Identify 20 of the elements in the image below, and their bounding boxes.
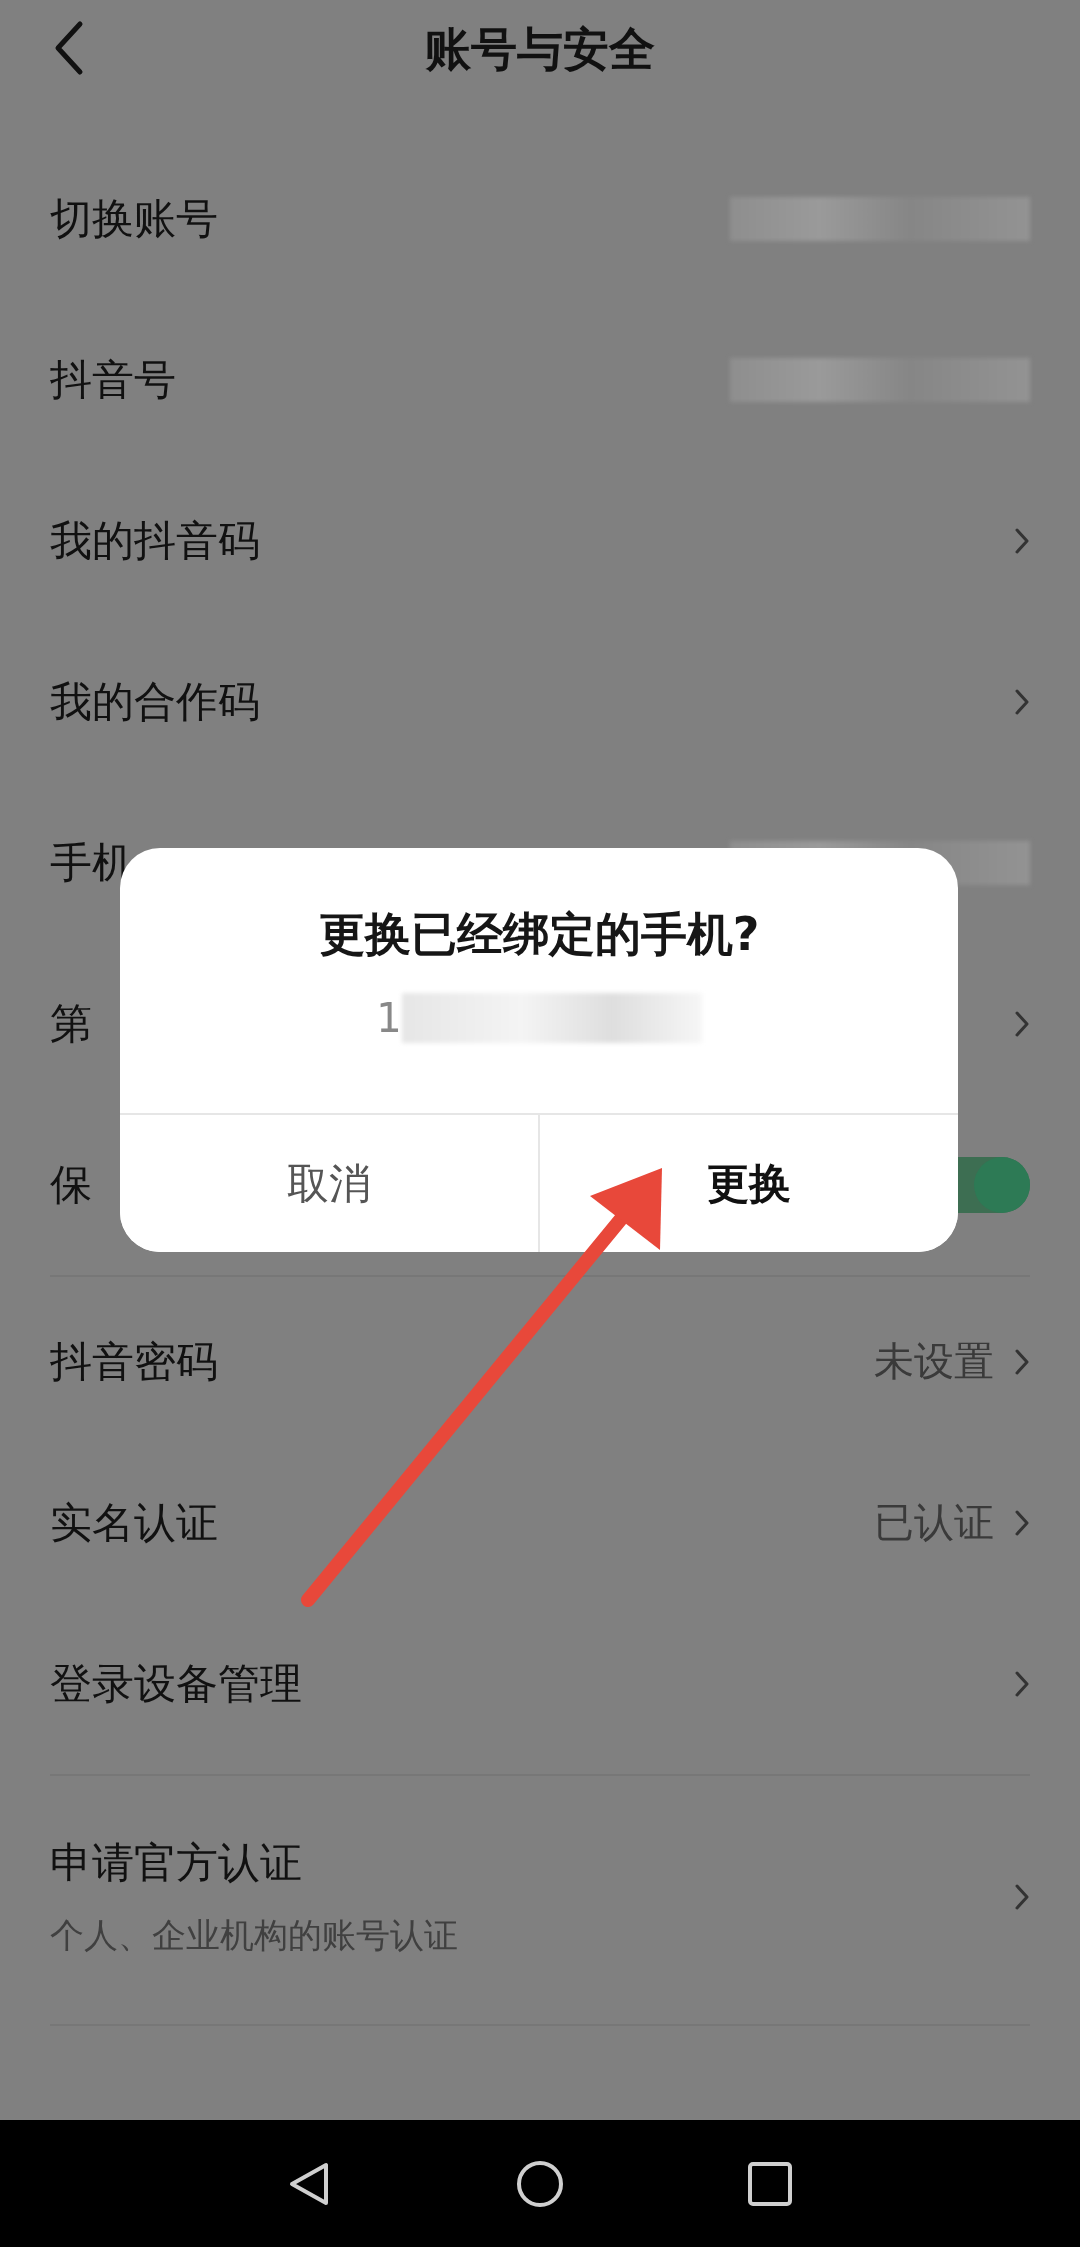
phone-number: 1	[376, 995, 402, 1041]
setting-label[interactable]: 登录设备管理	[50, 1655, 302, 1712]
setting-label[interactable]: 第	[50, 995, 92, 1052]
setting-label[interactable]: 保	[50, 1156, 92, 1213]
setting-label[interactable]: 实名认证	[50, 1494, 218, 1551]
dialog-button[interactable]: 更换	[538, 1115, 958, 1252]
setting-label[interactable]: 我的抖音码	[50, 512, 260, 569]
setting-value: 已认证	[874, 1498, 994, 1547]
setting-label[interactable]: 抖音密码	[50, 1333, 218, 1390]
dialog-title: 更换已经绑定的手机?	[318, 906, 760, 963]
home-nav-icon[interactable]	[516, 2159, 564, 2208]
setting-label[interactable]: 抖音号	[50, 351, 176, 408]
setting-value: 未设置	[874, 1337, 994, 1386]
back-icon[interactable]	[54, 20, 84, 76]
setting-label[interactable]: 切换账号	[50, 190, 218, 247]
setting-description: 个人、企业机构的账号认证	[50, 1914, 458, 1957]
page-title: 账号与安全	[425, 21, 655, 78]
recents-nav-icon[interactable]	[746, 2159, 794, 2208]
setting-label[interactable]: 我的合作码	[50, 673, 260, 730]
setting-label[interactable]: 申请官方认证	[50, 1835, 302, 1891]
